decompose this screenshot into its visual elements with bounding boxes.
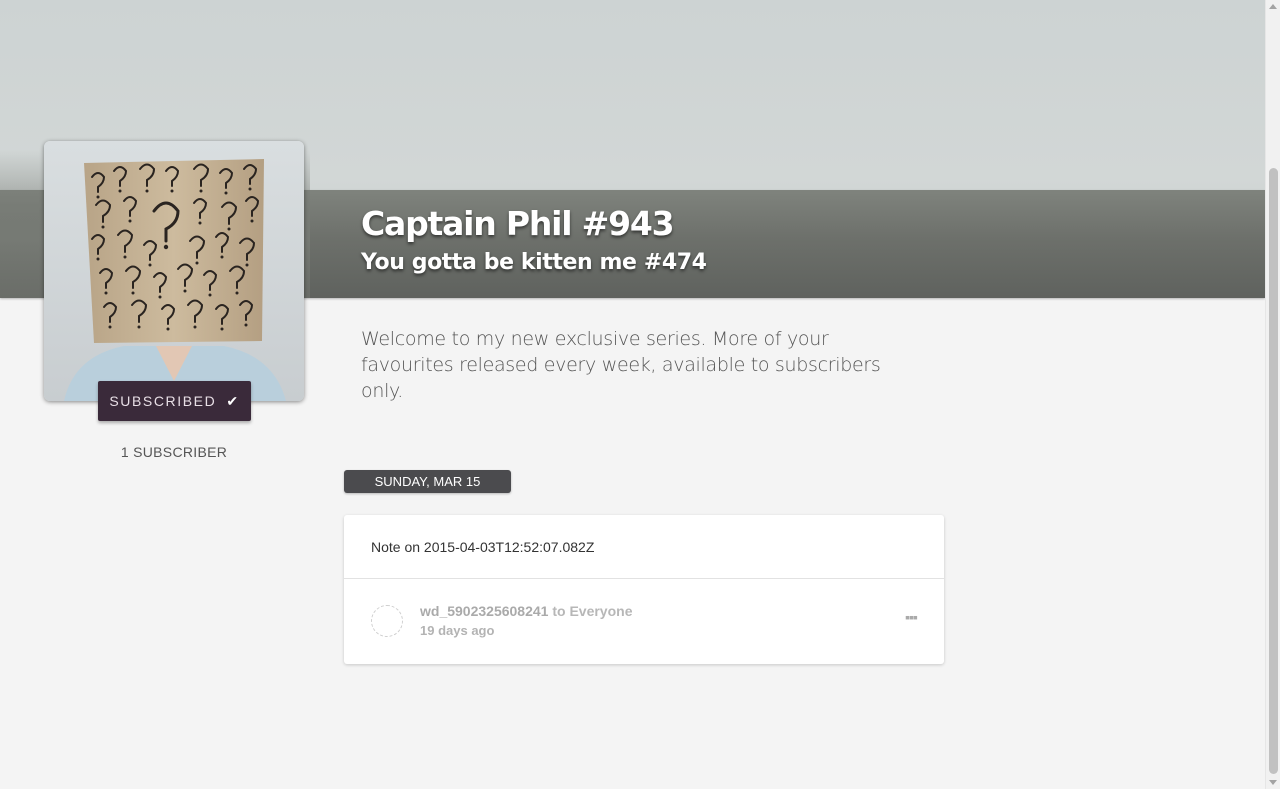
scroll-up-icon[interactable]: [1269, 4, 1277, 9]
series-avatar: [44, 141, 304, 401]
note-title: Note on 2015-04-03T12:52:07.082Z: [344, 515, 944, 579]
note-author-line: wd_5902325608241 to Everyone: [420, 603, 632, 619]
scroll-down-icon[interactable]: [1269, 780, 1277, 785]
note-author[interactable]: wd_5902325608241: [420, 603, 548, 619]
subscribed-button-label: SUBSCRIBED: [109, 393, 217, 409]
page-scrollbar[interactable]: [1265, 0, 1280, 789]
subscribed-button[interactable]: SUBSCRIBED ✔: [98, 381, 251, 421]
note-audience: to Everyone: [552, 603, 633, 619]
series-subtitle: You gotta be kitten me #474: [361, 250, 707, 275]
note-card: Note on 2015-04-03T12:52:07.082Z wd_5902…: [344, 515, 944, 664]
author-avatar[interactable]: [371, 605, 403, 637]
check-icon: ✔: [226, 392, 240, 409]
series-description: Welcome to my new exclusive series. More…: [361, 328, 881, 402]
more-icon[interactable]: ▪▪▪: [905, 609, 918, 625]
scrollbar-thumb[interactable]: [1269, 168, 1278, 774]
paper-bag-head-image: [44, 141, 304, 401]
series-title: Captain Phil #943: [361, 204, 675, 243]
subscriber-count: 1 SUBSCRIBER: [120, 444, 228, 460]
note-timestamp: 19 days ago: [420, 623, 495, 638]
date-badge: SUNDAY, MAR 15: [344, 470, 511, 493]
note-meta: wd_5902325608241 to Everyone 19 days ago…: [344, 579, 944, 663]
